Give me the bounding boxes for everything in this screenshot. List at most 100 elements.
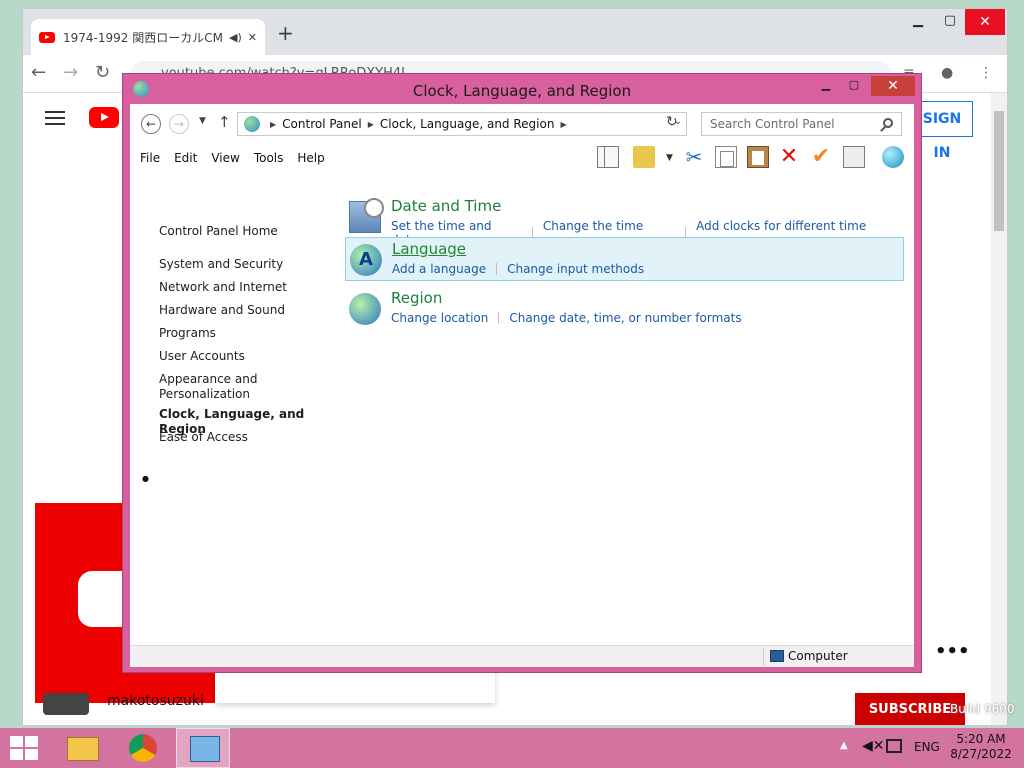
link-change-location[interactable]: Change location [391,311,488,325]
folder-options-dropdown-icon[interactable]: ▼ [666,153,673,163]
link-change-formats[interactable]: Change date, time, or number formats [509,311,741,325]
search-icon[interactable] [883,118,893,128]
hamburger-menu-icon[interactable] [45,111,65,125]
more-actions-icon[interactable]: ••• [935,641,970,662]
menu-file[interactable]: File [140,151,160,165]
sidebar-item-network-internet[interactable]: Network and Internet [159,280,287,295]
cut-icon[interactable]: ✂ [683,146,705,168]
rename-icon[interactable] [843,146,865,168]
recent-locations-dropdown-icon[interactable]: ▼ [199,116,206,126]
back-button[interactable]: ← [141,114,161,134]
tab-close-icon[interactable]: ✕ [248,31,257,44]
maximize-button[interactable]: ▢ [841,76,867,96]
close-button[interactable]: ✕ [871,76,915,96]
windows-build-watermark: Build 9600 [950,702,1015,716]
language-icon[interactable]: A [350,244,382,276]
category-region: Region Change location Change date, time… [345,287,904,331]
sign-in-label: SIGN IN [922,111,962,161]
volume-muted-icon[interactable]: ◀✕ [862,738,885,754]
delete-icon[interactable]: ✕ [778,146,800,168]
category-title-language[interactable]: Language [392,240,466,258]
browser-tab[interactable]: 1974-1992 関西ローカルCM集 ◀) ✕ [31,19,265,55]
sidebar-item-user-accounts[interactable]: User Accounts [159,349,245,364]
tray-date: 8/27/2022 [950,747,1012,761]
breadcrumb-chevron-icon[interactable]: ▶ [270,120,276,129]
search-input[interactable]: Search Control Panel [701,112,902,136]
profile-icon[interactable]: ● [941,65,953,81]
category-links: Change location Change date, time, or nu… [391,311,742,325]
link-divider [498,312,500,324]
browser-minimize-button[interactable]: ▁ [903,13,933,28]
tray-clock[interactable]: 5:20 AM 8/27/2022 [948,732,1014,762]
menu-view[interactable]: View [211,151,239,165]
breadcrumb-clock-language-region[interactable]: Clock, Language, and Region [380,117,555,131]
taskbar-control-panel-icon[interactable] [176,728,230,768]
menu-help[interactable]: Help [297,151,324,165]
forward-button[interactable]: → [169,114,189,134]
sidebar-item-home[interactable]: Control Panel Home [159,224,278,239]
sidebar-item-hardware-sound[interactable]: Hardware and Sound [159,303,285,318]
navigation-bar: ← → ▼ ↑ ▶ Control Panel ▶ Clock, Languag… [130,104,914,144]
breadcrumb-control-panel[interactable]: Control Panel [282,117,362,131]
control-panel-window: Clock, Language, and Region ▁ ▢ ✕ ← → ▼ … [122,73,922,673]
preview-pane-icon[interactable] [597,146,619,168]
properties-check-icon[interactable]: ✔ [810,146,832,168]
browser-tab-strip: 1974-1992 関西ローカルCM集 ◀) ✕ + ▁ ▢ ✕ [23,9,1007,55]
start-windows-icon[interactable] [10,736,38,760]
status-location: Computer [788,649,848,663]
calendar-clock-icon[interactable] [349,198,384,233]
taskbar: ▲ ◀✕ ENG 5:20 AM 8/27/2022 [0,728,1024,768]
refresh-icon[interactable]: ↻ [666,114,678,130]
browser-maximize-button[interactable]: ▢ [935,13,965,28]
new-tab-button[interactable]: + [277,23,294,43]
menu-tools[interactable]: Tools [254,151,284,165]
browser-close-button[interactable]: ✕ [965,9,1005,35]
window-client-area: ← → ▼ ↑ ▶ Control Panel ▶ Clock, Languag… [130,104,914,667]
channel-avatar[interactable] [43,693,89,715]
sidebar-item-ease-of-access[interactable]: Ease of Access [159,430,248,445]
network-icon[interactable] [886,739,902,753]
breadcrumb-chevron-icon[interactable]: ▶ [560,120,566,129]
browser-menu-icon[interactable]: ⋮ [979,65,993,81]
control-panel-icon [244,116,260,132]
link-add-language[interactable]: Add a language [392,262,486,276]
status-bar: Computer [130,645,914,667]
link-divider [496,263,498,275]
status-divider [763,648,764,666]
subscribe-button[interactable]: SUBSCRIBE [855,693,965,725]
sidebar-item-appearance[interactable]: Appearance and Personalization [159,372,269,402]
minimize-button[interactable]: ▁ [813,76,839,96]
back-arrow-icon[interactable]: ← [31,63,46,83]
scrollbar-thumb[interactable] [994,111,1004,231]
category-language[interactable]: A Language Add a language Change input m… [345,237,904,281]
youtube-favicon-icon [39,31,55,43]
address-bar[interactable]: ▶ Control Panel ▶ Clock, Language, and R… [237,112,687,136]
link-change-input-methods[interactable]: Change input methods [507,262,644,276]
page-scrollbar[interactable] [991,93,1007,725]
menu-edit[interactable]: Edit [174,151,197,165]
active-bullet-icon: ● [142,474,149,483]
sidebar-item-programs[interactable]: Programs [159,326,216,341]
copy-icon[interactable] [715,146,737,168]
reload-icon[interactable]: ↻ [95,63,110,83]
youtube-logo-icon[interactable] [89,107,119,128]
channel-name[interactable]: makotosuzuki [107,693,204,709]
tab-audio-icon[interactable]: ◀) [229,31,242,44]
forward-arrow-icon[interactable]: → [63,63,78,83]
computer-icon [770,650,784,662]
network-globe-icon[interactable] [882,146,904,168]
category-title-region[interactable]: Region [391,289,442,307]
category-title-date-time[interactable]: Date and Time [391,197,501,215]
sidebar-item-system-security[interactable]: System and Security [159,257,283,272]
up-button[interactable]: ↑ [218,113,231,131]
globe-icon[interactable] [349,293,381,325]
paste-icon[interactable] [747,146,769,168]
input-language-indicator[interactable]: ENG [914,740,940,754]
folder-options-icon[interactable] [633,146,655,168]
taskbar-file-explorer-icon[interactable] [56,728,110,768]
tray-overflow-icon[interactable]: ▲ [840,740,848,751]
breadcrumb-chevron-icon[interactable]: ▶ [368,120,374,129]
window-titlebar[interactable]: Clock, Language, and Region ▁ ▢ ✕ [123,74,921,104]
taskbar-chrome-icon[interactable] [116,728,170,768]
tray-time: 5:20 AM [956,732,1006,746]
